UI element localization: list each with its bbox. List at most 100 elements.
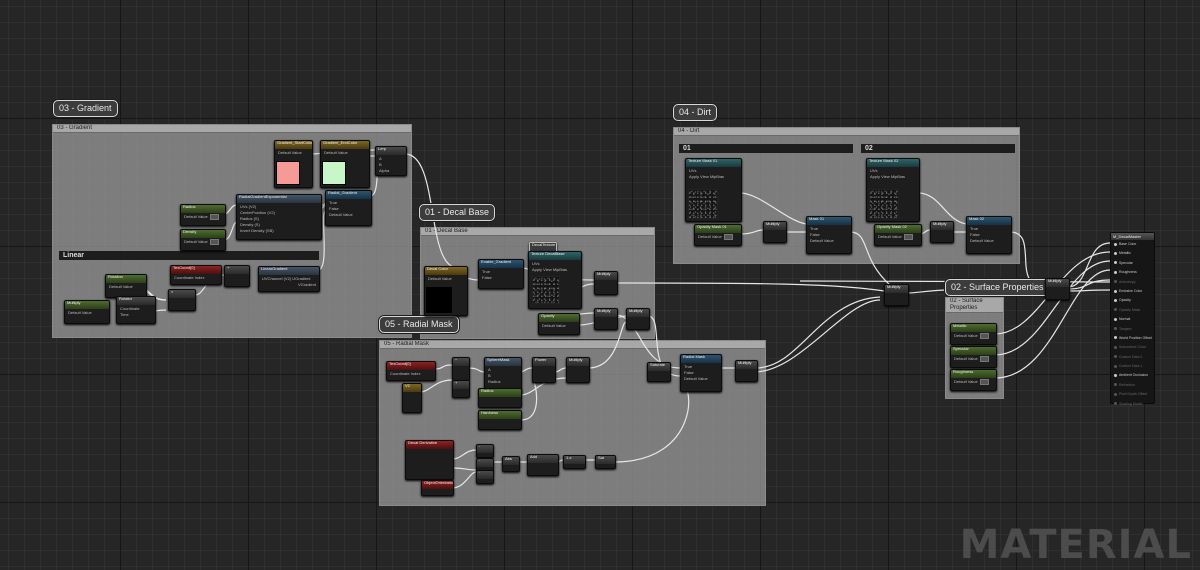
multiply-gradient-node[interactable]: × [168, 289, 196, 311]
value-field[interactable] [209, 214, 219, 220]
radius-param-node[interactable]: Radius Default Value [180, 204, 226, 226]
pin-time[interactable]: Time [120, 312, 152, 318]
comment-decal-base-bubble[interactable]: 01 - Decal Base [419, 204, 496, 221]
pin-dot-icon[interactable] [1114, 345, 1117, 349]
pin-uv-channel[interactable]: UVChannel (V2) [262, 276, 291, 281]
pin-dot-icon[interactable] [1114, 383, 1117, 387]
pin-invert-density[interactable]: Invert Density (SB) [240, 228, 318, 234]
roughness-param-node[interactable]: Roughness Default Value [950, 369, 997, 391]
append-radial-node[interactable]: + [452, 380, 470, 398]
result-pin[interactable]: Opacity Mask [1111, 306, 1154, 315]
density-param-node[interactable]: Density Default Value [180, 229, 226, 251]
opacity-mask-01-node[interactable]: Opacity Mask 01 Default Value [694, 224, 742, 246]
mask-01-switch-node[interactable]: Mask 01 True False Default Value [806, 216, 852, 254]
pin-dot-icon[interactable] [1114, 251, 1117, 255]
result-pin[interactable]: Normal [1111, 315, 1154, 324]
result-pin[interactable]: Custom Data 1 [1111, 362, 1154, 371]
object-orientation-node[interactable]: ObjectOrientation [421, 480, 454, 496]
comment-radial-mask-bubble[interactable]: 05 - Radial Mask [379, 316, 459, 333]
pin-dot-icon[interactable] [1114, 327, 1117, 331]
pin-dot-icon[interactable] [1114, 317, 1117, 321]
result-pin[interactable]: Base Color [1111, 240, 1154, 249]
mask-02-switch-node[interactable]: Mask 02 True False Default Value [966, 216, 1012, 254]
red-color-swatch[interactable] [276, 161, 300, 185]
pin-dot-icon[interactable] [1114, 355, 1117, 359]
radial-gradient-switch-node[interactable]: Radial_Gradient True False Default Value [325, 190, 372, 226]
rotation-param-node[interactable]: Rotation Default Value [105, 274, 147, 298]
pin-dot-icon[interactable] [1114, 308, 1117, 312]
pin-dot-icon[interactable] [1114, 242, 1117, 246]
texture-decal-base-node[interactable]: Texture DecalBase UVs Apply View MipBias [528, 251, 582, 309]
pin-dot-icon[interactable] [1114, 336, 1117, 340]
pin-alpha[interactable]: Alpha [379, 168, 403, 174]
power-radial-node[interactable]: Power [532, 357, 556, 383]
pin-radius[interactable]: Radius [488, 379, 518, 385]
pin-default-value[interactable]: Default Value [810, 238, 848, 244]
result-pin[interactable]: Refraction [1111, 381, 1154, 390]
pin-default-value[interactable]: Default Value [684, 376, 718, 382]
hardness-mask-param-node[interactable]: Hardness [478, 410, 522, 430]
decal-derivative-node[interactable]: Decal Derivative [405, 440, 454, 480]
result-pin[interactable]: Ambient Occlusion [1111, 371, 1154, 380]
result-pin[interactable]: Subsurface Color [1111, 343, 1154, 352]
pin-false[interactable]: False [482, 275, 520, 281]
enable-gradient-node[interactable]: Enable_Gradient True False [478, 259, 524, 289]
one-minus-node[interactable]: 1-x [563, 455, 586, 469]
value-field[interactable] [209, 239, 219, 245]
saturate-node[interactable]: Saturate [647, 362, 671, 382]
multiply-decal-a-node[interactable]: Multiply [594, 271, 618, 295]
dot-c-node[interactable]: · [476, 470, 494, 484]
comment-surface-properties-bubble[interactable]: 02 - Surface Properties [945, 279, 1050, 296]
pin-apply-view-mipbias[interactable]: Apply View MipBias [870, 174, 916, 180]
specular-param-node[interactable]: Specular Default Value [950, 346, 997, 368]
value-field[interactable] [979, 379, 989, 385]
material-result-node[interactable]: M_DecalMaster Base Color Metallic Specular… [1110, 232, 1155, 406]
pin-dot-icon[interactable] [1114, 374, 1117, 378]
opacity-mask-02-node[interactable]: Opacity Mask 02 Default Value [874, 224, 922, 246]
comment-dirt-bubble[interactable]: 04 - Dirt [673, 104, 718, 121]
multiply-decal-c-node[interactable]: Multiply [626, 308, 650, 330]
decal-color-node[interactable]: Decal Color Default Value [424, 266, 468, 316]
result-pin[interactable]: Tangent [1111, 325, 1154, 334]
pin-apply-view-mipbias[interactable]: Apply View MipBias [689, 174, 738, 180]
pin-dot-icon[interactable] [1114, 364, 1117, 368]
result-pin[interactable]: Pixel Depth Offset [1111, 390, 1154, 399]
gradient-start-color-node[interactable]: Gradient_StartColor Default Value [274, 140, 313, 188]
tex-coord-0-node[interactable]: TexCoord[0] Coordinate Index [170, 265, 222, 285]
rotator-node[interactable]: Rotator Coordinate Time [116, 296, 156, 324]
texture-mask-02-node[interactable]: Texture Mask 02 UVs Apply View MipBias [866, 158, 920, 222]
value-field[interactable] [903, 234, 913, 240]
lerp-gradient-node[interactable]: Lerp A B Alpha [375, 146, 407, 176]
subtract-radial-node[interactable]: − [452, 357, 470, 381]
result-pin[interactable]: Specular [1111, 259, 1154, 268]
result-pin[interactable]: World Position Offset [1111, 334, 1154, 343]
specular-param-decal-node[interactable]: Opacity Default Value [538, 313, 580, 335]
multiply-out-node[interactable]: Multiply [1045, 278, 1070, 300]
tex-coord-radial-node[interactable]: TexCoord[0] Coordinate Index [386, 361, 436, 381]
comment-gradient-bubble[interactable]: 03 - Gradient [53, 100, 118, 117]
pin-dot-icon[interactable] [1114, 280, 1117, 284]
constant-radial-node[interactable]: V2 [402, 383, 422, 413]
multiply-dirt-02-node[interactable]: Multiply [930, 221, 954, 243]
linear-gradient-node[interactable]: LinearGradient UVChannel (V2) UGradient … [258, 266, 320, 292]
dot-a-node[interactable]: · [476, 444, 494, 458]
pin-u-gradient[interactable]: UGradient [292, 276, 310, 281]
multiply-radial-out-node[interactable]: Multiply [735, 360, 758, 382]
abs-node[interactable]: Abs [502, 456, 520, 472]
multiply-radial-node[interactable]: Multiply [566, 357, 590, 383]
pin-default-value[interactable]: Default Value [970, 238, 1008, 244]
multiply-dirt-01-node[interactable]: Multiply [763, 221, 787, 243]
metallic-param-node[interactable]: Metallic Default Value [950, 323, 997, 345]
value-field[interactable] [979, 356, 989, 362]
pin-dot-icon[interactable] [1114, 261, 1117, 265]
value-field[interactable] [723, 234, 733, 240]
pin-default-value[interactable]: Default Value [329, 212, 368, 218]
gradient-end-color-node[interactable]: Gradient_EndColor Default Value [320, 140, 370, 188]
result-pin[interactable]: Custom Data 0 [1111, 353, 1154, 362]
add-gradient-node[interactable]: + [224, 265, 250, 287]
pin-dot-icon[interactable] [1114, 402, 1117, 406]
pin-dot-icon[interactable] [1114, 298, 1117, 302]
black-color-swatch[interactable] [426, 287, 452, 313]
add-radial-node[interactable]: Add [527, 454, 559, 476]
result-pin[interactable]: Metallic [1111, 249, 1154, 258]
